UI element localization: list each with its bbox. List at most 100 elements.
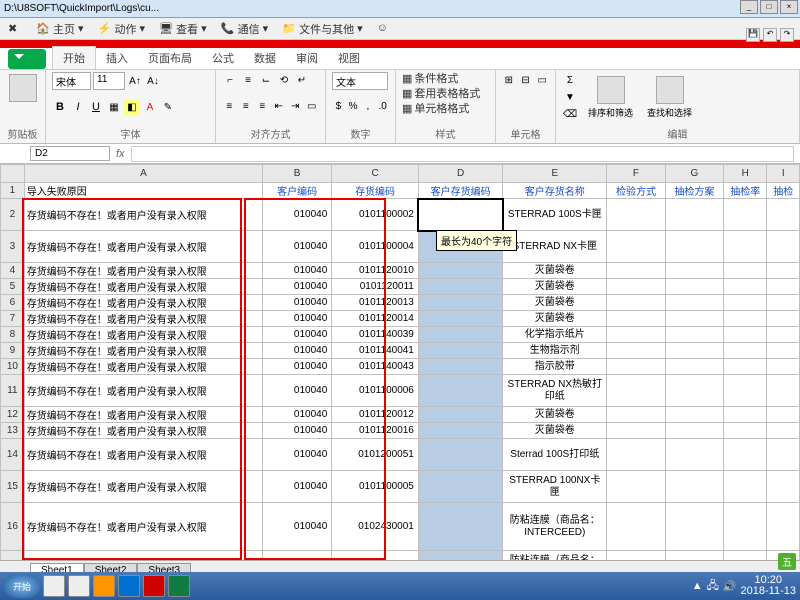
cell-custinv[interactable] bbox=[418, 359, 502, 375]
row-head[interactable]: 10 bbox=[1, 359, 25, 375]
cell[interactable] bbox=[767, 359, 800, 375]
cell-custinv[interactable] bbox=[418, 199, 502, 231]
cell-cust[interactable]: 010040 bbox=[262, 359, 331, 375]
cell[interactable] bbox=[665, 295, 723, 311]
cell[interactable] bbox=[767, 231, 800, 263]
cell[interactable] bbox=[767, 327, 800, 343]
task-u8[interactable] bbox=[143, 575, 165, 597]
cell[interactable] bbox=[724, 423, 767, 439]
cell[interactable] bbox=[724, 279, 767, 295]
cond-format[interactable]: ▦ 条件格式 bbox=[402, 72, 489, 87]
cell-cust[interactable]: 010040 bbox=[262, 471, 331, 503]
cell[interactable] bbox=[665, 343, 723, 359]
cell[interactable] bbox=[767, 471, 800, 503]
cell-inv[interactable]: 0101100005 bbox=[332, 471, 419, 503]
insert-cell[interactable]: ⊞ bbox=[502, 72, 516, 88]
cell-reason[interactable]: 存货编码不存在！或者用户没有录入权限 bbox=[24, 439, 262, 471]
phonetic[interactable]: ✎ bbox=[160, 99, 176, 115]
cell[interactable] bbox=[665, 263, 723, 279]
row-head[interactable]: 3 bbox=[1, 231, 25, 263]
cell[interactable] bbox=[607, 279, 665, 295]
cell[interactable] bbox=[767, 375, 800, 407]
cell[interactable] bbox=[724, 231, 767, 263]
cell-reason[interactable]: 存货编码不存在！或者用户没有录入权限 bbox=[24, 343, 262, 359]
indent-dec[interactable]: ⇤ bbox=[272, 98, 287, 114]
cell[interactable] bbox=[767, 439, 800, 471]
cell-inv[interactable]: 0102430008 bbox=[332, 551, 419, 561]
cell[interactable] bbox=[607, 423, 665, 439]
cell-reason[interactable]: 存货编码不存在！或者用户没有录入权限 bbox=[24, 551, 262, 561]
bold-button[interactable]: B bbox=[52, 99, 68, 115]
cell-reason[interactable]: 存货编码不存在！或者用户没有录入权限 bbox=[24, 423, 262, 439]
hdr-name[interactable]: 客户存货名称 bbox=[503, 183, 607, 199]
col-I[interactable]: I bbox=[767, 165, 800, 183]
align-bot[interactable]: ⌙ bbox=[258, 72, 274, 88]
cell[interactable] bbox=[767, 343, 800, 359]
cell[interactable] bbox=[607, 503, 665, 551]
row-head[interactable]: 13 bbox=[1, 423, 25, 439]
align-top[interactable]: ⌐ bbox=[222, 72, 238, 88]
font-color[interactable]: A bbox=[142, 99, 158, 115]
cell-inv[interactable]: 0101140039 bbox=[332, 327, 419, 343]
cell[interactable] bbox=[607, 327, 665, 343]
cell-inv[interactable]: 0102430001 bbox=[332, 503, 419, 551]
cell-name[interactable]: 灭菌袋卷 bbox=[503, 423, 607, 439]
cell[interactable] bbox=[607, 231, 665, 263]
cell-name[interactable]: 灭菌袋卷 bbox=[503, 295, 607, 311]
currency[interactable]: $ bbox=[332, 98, 345, 114]
row-head[interactable]: 7 bbox=[1, 311, 25, 327]
cell-reason[interactable]: 存货编码不存在！或者用户没有录入权限 bbox=[24, 295, 262, 311]
cell[interactable] bbox=[767, 503, 800, 551]
cell[interactable] bbox=[665, 231, 723, 263]
cell[interactable] bbox=[665, 199, 723, 231]
qat-redo[interactable]: ↷ bbox=[780, 28, 794, 42]
cell[interactable] bbox=[607, 311, 665, 327]
tab-review[interactable]: 审阅 bbox=[286, 47, 328, 69]
clear[interactable]: ⌫ bbox=[562, 106, 578, 122]
tb-close[interactable]: ✖ bbox=[8, 22, 22, 36]
inc-dec[interactable]: .0 bbox=[376, 98, 389, 114]
cell-custinv[interactable] bbox=[418, 375, 502, 407]
paste-button[interactable] bbox=[6, 72, 39, 106]
cell-cust[interactable]: 010040 bbox=[262, 423, 331, 439]
cell[interactable] bbox=[724, 375, 767, 407]
row-head[interactable]: 8 bbox=[1, 327, 25, 343]
hdr-h[interactable]: 抽检率 bbox=[724, 183, 767, 199]
cell-custinv[interactable] bbox=[418, 263, 502, 279]
row-head[interactable]: 14 bbox=[1, 439, 25, 471]
cell-name[interactable]: 灭菌袋卷 bbox=[503, 311, 607, 327]
cell-custinv[interactable] bbox=[418, 471, 502, 503]
cell-cust[interactable]: 010040 bbox=[262, 375, 331, 407]
sort-filter[interactable]: 排序和筛选 bbox=[584, 74, 637, 121]
row-head[interactable]: 9 bbox=[1, 343, 25, 359]
cell-cust[interactable]: 010040 bbox=[262, 327, 331, 343]
cell[interactable] bbox=[607, 551, 665, 561]
task-explorer[interactable] bbox=[68, 575, 90, 597]
col-C[interactable]: C bbox=[332, 165, 419, 183]
col-A[interactable]: A bbox=[24, 165, 262, 183]
cell-cust[interactable]: 010040 bbox=[262, 407, 331, 423]
hdr-custinv[interactable]: 客户存货编码 bbox=[418, 183, 502, 199]
number-format[interactable]: 文本 bbox=[332, 72, 388, 90]
cell-cust[interactable]: 010040 bbox=[262, 343, 331, 359]
cell-reason[interactable]: 存货编码不存在！或者用户没有录入权限 bbox=[24, 263, 262, 279]
row-head[interactable]: 2 bbox=[1, 199, 25, 231]
tb-comm[interactable]: 📞通信 ▾ bbox=[221, 21, 269, 37]
cell-cust[interactable]: 010040 bbox=[262, 551, 331, 561]
row-1[interactable]: 1 bbox=[1, 183, 25, 199]
cell[interactable] bbox=[665, 375, 723, 407]
minimize-button[interactable]: _ bbox=[740, 0, 758, 14]
cell-inv[interactable]: 0101120014 bbox=[332, 311, 419, 327]
row-head[interactable]: 17 bbox=[1, 551, 25, 561]
cell-reason[interactable]: 存货编码不存在！或者用户没有录入权限 bbox=[24, 311, 262, 327]
task-excel[interactable] bbox=[168, 575, 190, 597]
cell[interactable] bbox=[767, 407, 800, 423]
hdr-g[interactable]: 抽检方案 bbox=[665, 183, 723, 199]
indent-inc[interactable]: ⇥ bbox=[288, 98, 303, 114]
cell-name[interactable]: STERRAD NX热敏打印纸 bbox=[503, 375, 607, 407]
row-head[interactable]: 12 bbox=[1, 407, 25, 423]
merge[interactable]: ▭ bbox=[305, 98, 320, 114]
qat-undo[interactable]: ↶ bbox=[763, 28, 777, 42]
cell-name[interactable]: 化学指示纸片 bbox=[503, 327, 607, 343]
cell-name[interactable]: 指示胶带 bbox=[503, 359, 607, 375]
